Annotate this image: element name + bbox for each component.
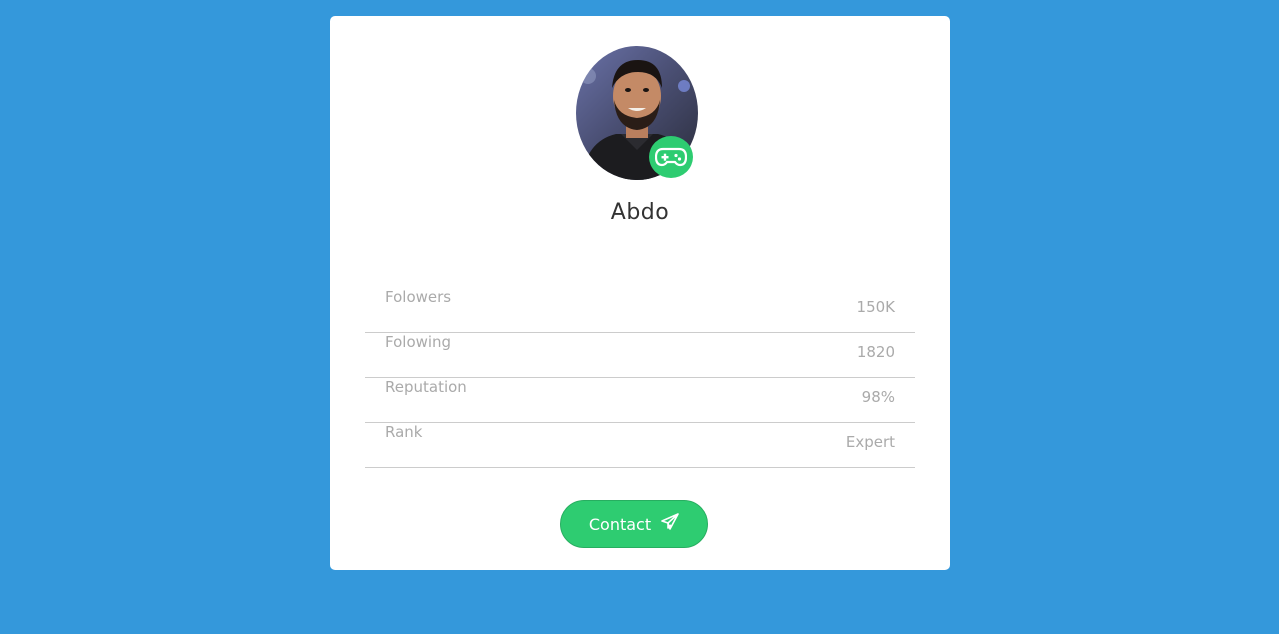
stat-value: 150K — [856, 298, 895, 316]
profile-card: Abdo Folowers 150K Folowing 1820 Reputat… — [330, 16, 950, 570]
stat-label: Reputation — [385, 378, 467, 396]
gamepad-icon — [649, 136, 693, 178]
contact-button[interactable]: Contact — [560, 500, 708, 548]
paper-plane-icon — [661, 513, 679, 535]
profile-name: Abdo — [610, 200, 670, 225]
contact-label: Contact — [588, 514, 652, 534]
stat-label: Rank — [385, 423, 423, 441]
stat-label: Folowing — [385, 333, 452, 351]
stats-list: Folowers 150K Folowing 1820 Reputation 9… — [365, 288, 915, 468]
stat-label: Folowers — [385, 288, 452, 306]
stat-row-reputation: Reputation 98% — [365, 378, 915, 423]
stat-row-followers: Folowers 150K — [365, 288, 915, 333]
stat-value: Expert — [845, 433, 895, 451]
stat-row-following: Folowing 1820 — [365, 333, 915, 378]
avatar-container — [576, 46, 698, 180]
stat-value: 98% — [861, 388, 895, 406]
stat-value: 1820 — [856, 343, 895, 361]
stat-row-rank: Rank Expert — [365, 423, 915, 468]
